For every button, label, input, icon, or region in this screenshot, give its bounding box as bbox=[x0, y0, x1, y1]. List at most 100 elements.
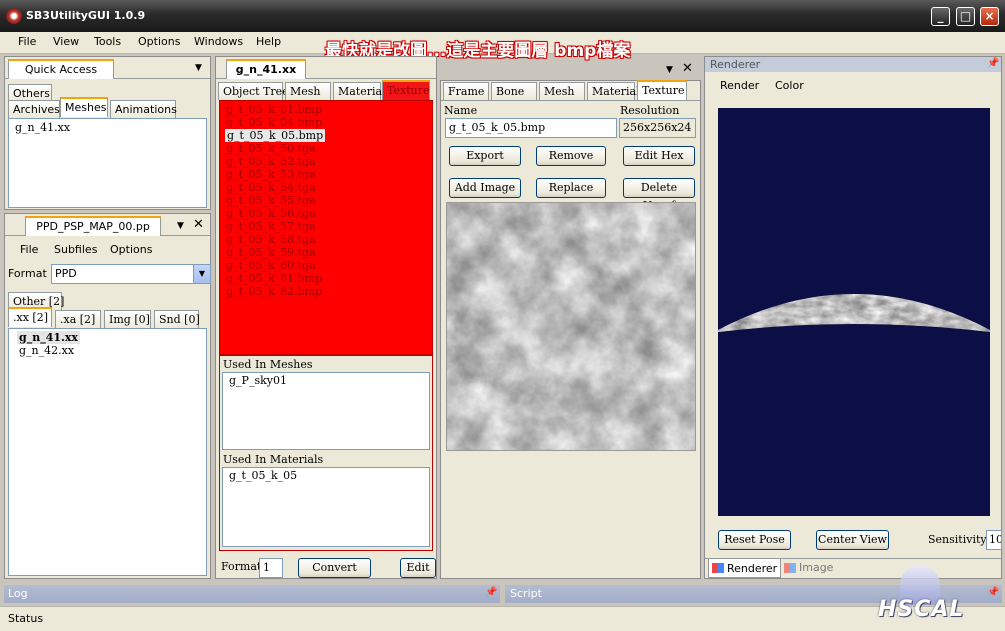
list-item-selected[interactable]: g_n_41.xx bbox=[17, 331, 80, 344]
minimize-button[interactable]: _ bbox=[931, 7, 950, 26]
usage-group: Used In Meshes g_P_sky01 Used In Materia… bbox=[219, 355, 433, 551]
status-text: Status bbox=[8, 612, 44, 625]
renderer-panel: Renderer 📌 Render Color Reset Pose Cente… bbox=[704, 56, 1002, 579]
texture-item[interactable]: g_t_05_k_55.tga bbox=[226, 194, 316, 207]
tab-image[interactable]: Image bbox=[783, 560, 841, 577]
texture-item[interactable]: g_t_05_k_01.bmp bbox=[226, 103, 322, 116]
tab-xa[interactable]: .xa [2] bbox=[55, 310, 101, 328]
used-in-materials-list[interactable]: g_t_05_k_05 bbox=[222, 467, 430, 547]
list-item[interactable]: g_n_42.xx bbox=[19, 344, 74, 357]
close-icon[interactable]: ✕ bbox=[682, 61, 693, 76]
texture-item[interactable]: g_t_05_k_59.tga bbox=[226, 246, 316, 259]
texture-item[interactable]: g_t_05_k_82.bmp bbox=[226, 285, 322, 298]
edit-hex-button[interactable]: Edit Hex bbox=[623, 146, 695, 166]
list-item[interactable]: g_P_sky01 bbox=[229, 374, 287, 387]
pp-file-tab[interactable]: PPD_PSP_MAP_00.pp bbox=[25, 216, 161, 236]
texture-item[interactable]: g_t_05_k_58.tga bbox=[226, 233, 316, 246]
center-view-button[interactable]: Center View bbox=[816, 530, 889, 550]
format-select[interactable]: PPD ▼ bbox=[51, 264, 211, 284]
texture-editor-panel: Frame Bone Mesh Material Texture Name Re… bbox=[440, 80, 701, 579]
pp-panel: PPD_PSP_MAP_00.pp ▼ ✕ File Subfiles Opti… bbox=[4, 213, 211, 579]
pin-icon[interactable]: 📌 bbox=[987, 587, 999, 598]
chevron-down-icon[interactable]: ▼ bbox=[193, 265, 210, 283]
texture-item-selected[interactable]: g_t_05_k_05.bmp bbox=[225, 129, 326, 142]
tab-material[interactable]: Material bbox=[333, 82, 386, 100]
edit-button[interactable]: Edit bbox=[400, 558, 436, 578]
maximize-button[interactable]: □ bbox=[956, 7, 975, 26]
used-in-meshes-list[interactable]: g_P_sky01 bbox=[222, 372, 430, 450]
close-button[interactable]: × bbox=[980, 7, 999, 26]
reset-pose-button[interactable]: Reset Pose bbox=[718, 530, 791, 550]
texture-item[interactable]: g_t_05_k_57.tga bbox=[226, 220, 316, 233]
dropdown-icon[interactable]: ▼ bbox=[195, 63, 202, 73]
list-item[interactable]: g_n_41.xx bbox=[15, 121, 70, 134]
texture-preview bbox=[446, 202, 696, 451]
dropdown-icon[interactable]: ▼ bbox=[666, 65, 673, 75]
renderer-tab-icon bbox=[712, 563, 724, 573]
menu-help[interactable]: Help bbox=[256, 35, 281, 48]
tab-material[interactable]: Material bbox=[587, 82, 640, 100]
tab-texture[interactable]: Texture bbox=[382, 80, 430, 100]
menu-tools[interactable]: Tools bbox=[94, 35, 121, 48]
format-input[interactable]: 1 bbox=[259, 558, 283, 578]
watermark-text: HSCAL bbox=[878, 597, 965, 622]
pin-icon[interactable]: 📌 bbox=[987, 58, 999, 69]
pin-icon[interactable]: 📌 bbox=[485, 587, 497, 598]
tab-animations[interactable]: Animations bbox=[110, 100, 177, 118]
xx-file-tab[interactable]: g_n_41.xx bbox=[226, 59, 306, 79]
tab-xx[interactable]: .xx [2] bbox=[8, 307, 52, 327]
format-label: Format bbox=[8, 267, 47, 280]
texture-item[interactable]: g_t_05_k_53.tga bbox=[226, 168, 316, 181]
xx-editor-panel: g_n_41.xx Object Tree Mesh Material Text… bbox=[215, 56, 437, 579]
texture-item[interactable]: g_t_05_k_50.tga bbox=[226, 142, 316, 155]
add-image-button[interactable]: Add Image bbox=[449, 178, 521, 198]
tab-renderer[interactable]: Renderer bbox=[708, 559, 781, 578]
pp-menu-file[interactable]: File bbox=[20, 243, 38, 256]
delete-unref-button[interactable]: Delete Unref bbox=[623, 178, 695, 212]
render-viewport[interactable] bbox=[718, 108, 990, 516]
tab-mesh[interactable]: Mesh bbox=[285, 82, 331, 100]
tab-snd[interactable]: Snd [0] bbox=[154, 310, 200, 328]
dropdown-icon[interactable]: ▼ bbox=[177, 221, 184, 231]
meshes-list[interactable]: g_n_41.xx bbox=[8, 118, 207, 208]
menu-windows[interactable]: Windows bbox=[194, 35, 243, 48]
texture-item[interactable]: g_t_05_k_52.tga bbox=[226, 155, 316, 168]
sensitivity-label: Sensitivity bbox=[928, 533, 987, 546]
tab-bone[interactable]: Bone bbox=[491, 82, 537, 100]
replace-button[interactable]: Replace bbox=[536, 178, 606, 198]
quick-access-tab[interactable]: Quick Access bbox=[8, 59, 114, 79]
texture-name-input[interactable]: g_t_05_k_05.bmp bbox=[445, 118, 617, 138]
sensitivity-input[interactable]: 10 bbox=[986, 530, 1002, 550]
menu-render[interactable]: Render bbox=[720, 79, 759, 92]
convert-button[interactable]: Convert bbox=[298, 558, 371, 578]
pp-menu-subfiles[interactable]: Subfiles bbox=[54, 243, 97, 256]
tab-meshes[interactable]: Meshes bbox=[60, 97, 108, 117]
used-in-meshes-label: Used In Meshes bbox=[223, 358, 313, 371]
close-icon[interactable]: ✕ bbox=[193, 217, 204, 232]
tab-frame[interactable]: Frame bbox=[443, 82, 489, 100]
export-button[interactable]: Export bbox=[449, 146, 521, 166]
pp-menu-options[interactable]: Options bbox=[110, 243, 152, 256]
tab-object-tree[interactable]: Object Tree bbox=[218, 82, 289, 100]
texture-item[interactable]: g_t_05_k_56.tga bbox=[226, 207, 316, 220]
tab-texture[interactable]: Texture bbox=[637, 80, 687, 100]
remove-button[interactable]: Remove bbox=[536, 146, 606, 166]
texture-item[interactable]: g_t_05_k_60.tga bbox=[226, 259, 316, 272]
tab-image-label: Image bbox=[799, 561, 834, 574]
tab-archives[interactable]: Archives bbox=[8, 100, 60, 118]
texture-item[interactable]: g_t_05_k_81.bmp bbox=[226, 272, 322, 285]
texture-list[interactable]: g_t_05_k_01.bmp g_t_05_k_04.bmp g_t_05_k… bbox=[219, 100, 433, 355]
list-item[interactable]: g_t_05_k_05 bbox=[229, 469, 297, 482]
menu-file[interactable]: File bbox=[18, 35, 36, 48]
menu-options[interactable]: Options bbox=[138, 35, 180, 48]
texture-item[interactable]: g_t_05_k_04.bmp bbox=[226, 116, 322, 129]
xx-file-list[interactable]: g_n_41.xx g_n_42.xx bbox=[8, 328, 207, 576]
format-select-value: PPD bbox=[55, 267, 77, 280]
tab-img[interactable]: Img [0] bbox=[104, 310, 151, 328]
renderer-title: Renderer bbox=[710, 58, 761, 71]
menu-view[interactable]: View bbox=[53, 35, 79, 48]
texture-item[interactable]: g_t_05_k_54.tga bbox=[226, 181, 316, 194]
menu-color[interactable]: Color bbox=[775, 79, 804, 92]
tab-mesh[interactable]: Mesh bbox=[539, 82, 585, 100]
resolution-field: 256x256x24 bbox=[619, 118, 696, 138]
